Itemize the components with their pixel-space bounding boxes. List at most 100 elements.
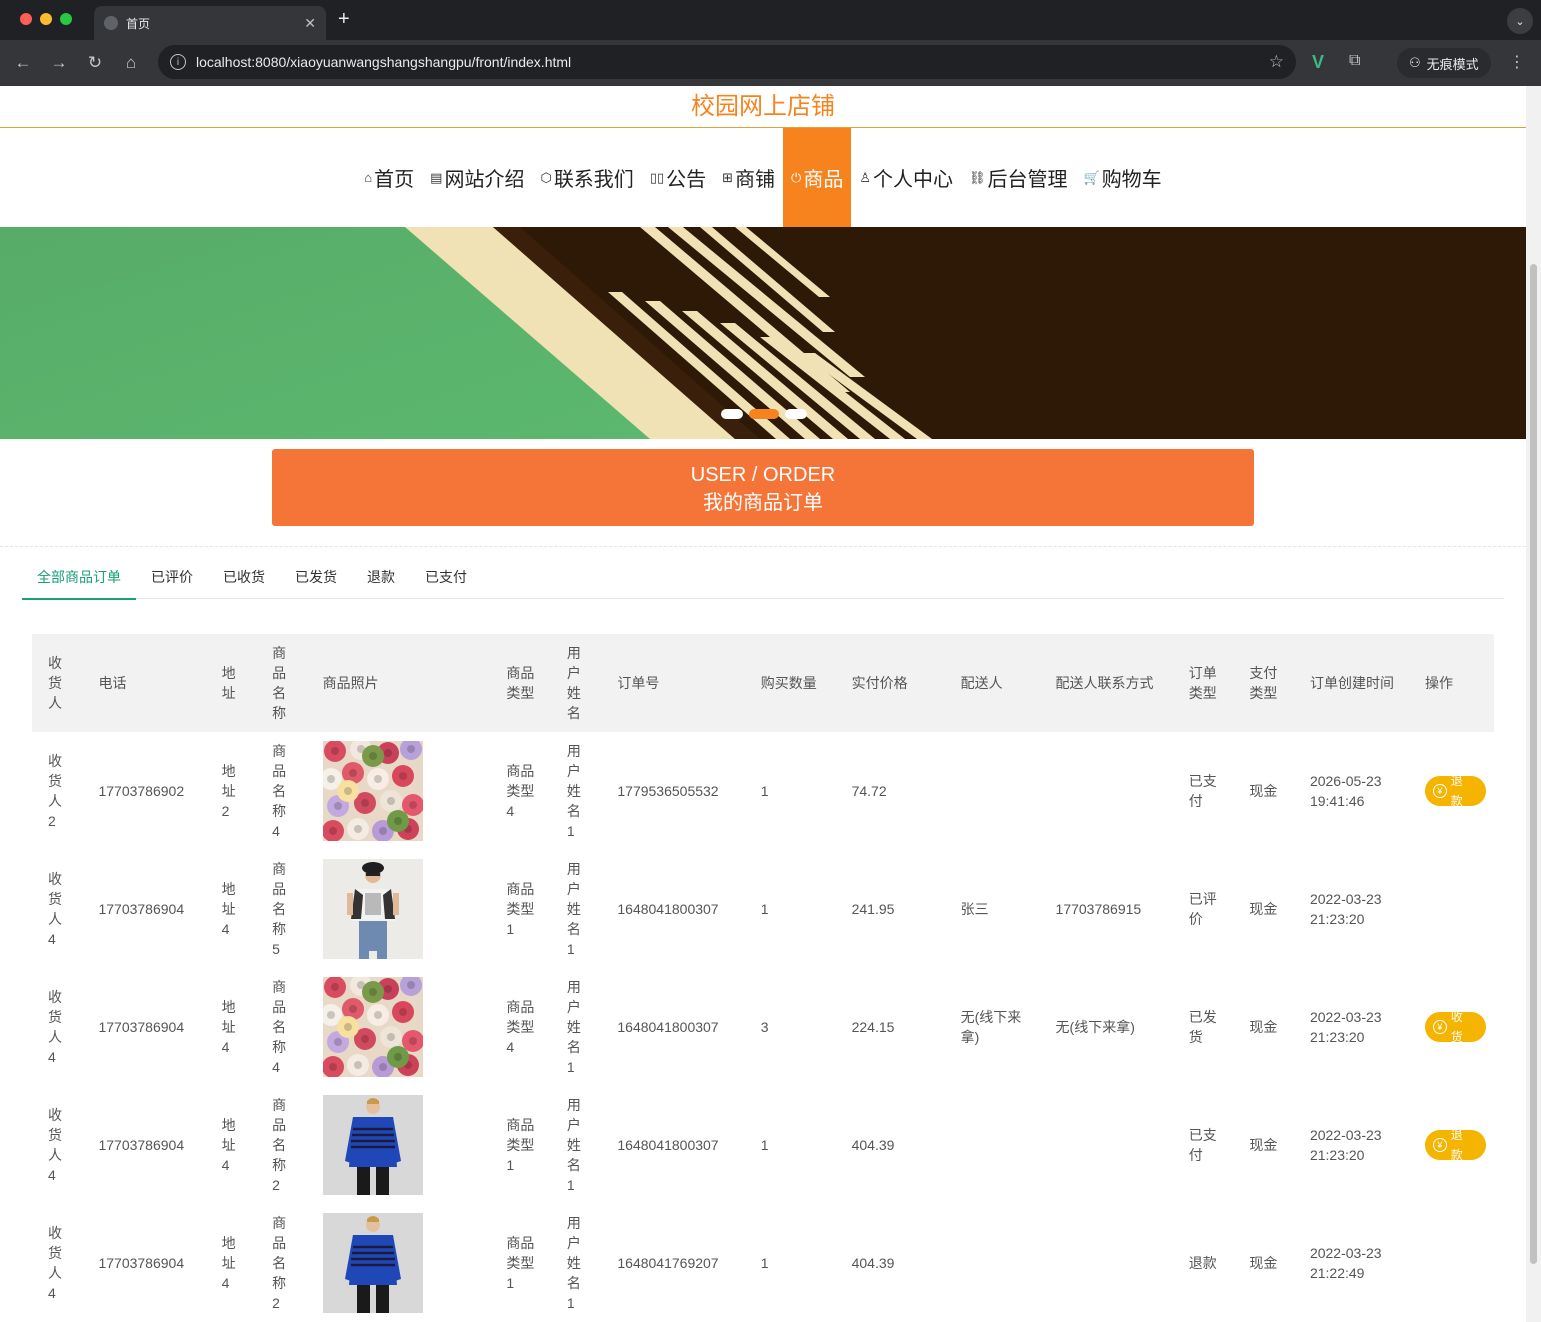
order-status-text: 已评价 bbox=[1188, 891, 1217, 927]
bookmark-star-icon[interactable]: ☆ bbox=[1269, 52, 1284, 72]
vue-devtools-icon[interactable]: V bbox=[1312, 52, 1324, 73]
refund-button[interactable]: ¥ 退款 bbox=[1425, 774, 1486, 808]
table-row: 收货人4 17703786904 地址4 商品名称2 商品类型1 用户姓名1 1648041… bbox=[32, 1204, 1494, 1322]
home-browser-icon[interactable]: ⌂ bbox=[113, 53, 149, 73]
order-tab-5[interactable]: 已支付 bbox=[410, 547, 482, 599]
username-text: 用户姓名1 bbox=[566, 1097, 581, 1193]
hero-carousel[interactable] bbox=[0, 227, 1526, 439]
username-text: 用户姓名1 bbox=[566, 861, 581, 957]
order-header-en: USER / ORDER bbox=[690, 464, 836, 486]
url-text: localhost:8080/xiaoyuanwangshangshangpu/… bbox=[196, 54, 572, 70]
scrollbar-thumb[interactable] bbox=[1530, 264, 1537, 1264]
product-photo-flowers bbox=[322, 741, 423, 841]
cell-pay-type: 现金 bbox=[1233, 1204, 1294, 1322]
order-no-text: 1648041769207 bbox=[617, 1255, 719, 1271]
order-tab-4[interactable]: 退款 bbox=[352, 547, 410, 599]
minimize-window-icon[interactable] bbox=[40, 13, 52, 25]
close-window-icon[interactable] bbox=[20, 13, 32, 25]
nav-item-1[interactable]: ▤ 网站介绍 bbox=[422, 128, 532, 227]
order-tab-2[interactable]: 已收货 bbox=[208, 547, 280, 599]
browser-tab[interactable]: 首页 ✕ bbox=[94, 6, 326, 40]
cell-price: 241.95 bbox=[836, 850, 945, 968]
page-scrollbar[interactable] bbox=[1526, 86, 1541, 1322]
qty-text: 1 bbox=[760, 1255, 769, 1271]
incognito-label: 无痕模式 bbox=[1426, 56, 1479, 72]
nav-item-3[interactable]: ▯▯ 公告 bbox=[642, 128, 714, 227]
order-status-text: 已支付 bbox=[1188, 1127, 1217, 1163]
price-text: 224.15 bbox=[851, 1019, 895, 1035]
table-row: 收货人4 17703786904 地址4 商品名称2 商品类型1 用户姓名1 1648041… bbox=[32, 1086, 1494, 1204]
cell-receiver: 收货人4 bbox=[32, 1204, 82, 1322]
cell-address: 地址2 bbox=[206, 732, 256, 850]
new-tab-icon[interactable]: + bbox=[338, 8, 350, 31]
pay-type-text: 现金 bbox=[1249, 901, 1278, 917]
cell-order-status: 已支付 bbox=[1173, 732, 1234, 850]
refund-button[interactable]: ¥ 退款 bbox=[1425, 1128, 1486, 1162]
carousel-dot[interactable] bbox=[785, 409, 807, 419]
cell-phone: 17703786902 bbox=[82, 732, 205, 850]
back-icon[interactable]: ← bbox=[5, 53, 41, 73]
price-text: 74.72 bbox=[851, 783, 887, 799]
type-text: 商品类型4 bbox=[506, 763, 535, 819]
order-status-text: 已发货 bbox=[1188, 1009, 1217, 1045]
address-text: 地址4 bbox=[221, 881, 236, 937]
cell-username: 用户姓名1 bbox=[551, 968, 601, 1086]
reload-icon[interactable]: ↻ bbox=[77, 53, 113, 73]
cell-order-no: 1648041800307 bbox=[601, 850, 744, 968]
column-header: 商品类型 bbox=[506, 665, 535, 701]
order-tab-0[interactable]: 全部商品订单 bbox=[22, 547, 136, 600]
cell-qty: 1 bbox=[745, 1204, 836, 1322]
cell-price: 224.15 bbox=[836, 968, 945, 1086]
nav-item-6[interactable]: ♙ 个人中心 bbox=[851, 128, 961, 227]
cell-receiver: 收货人4 bbox=[32, 1086, 82, 1204]
cell-type: 商品类型1 bbox=[490, 850, 551, 968]
qty-text: 3 bbox=[760, 1019, 769, 1035]
created-text: 2022-03-23 21:23:20 bbox=[1309, 891, 1382, 927]
column-header: 电话 bbox=[98, 675, 127, 691]
cell-courier-phone bbox=[1040, 1086, 1173, 1204]
table-row: 收货人4 17703786904 地址4 商品名称4 商品类型4 用户姓名1 1648041… bbox=[32, 968, 1494, 1086]
cell-address: 地址4 bbox=[206, 968, 256, 1086]
tab-title: 首页 bbox=[126, 16, 151, 31]
product-photo-flowers bbox=[322, 977, 423, 1077]
nav-item-5[interactable]: ⏻ 商品 bbox=[783, 128, 852, 227]
column-header: 订单类型 bbox=[1188, 665, 1217, 701]
nav-item-4[interactable]: ⊞ 商铺 bbox=[714, 128, 783, 227]
order-tab-1[interactable]: 已评价 bbox=[136, 547, 208, 599]
address-bar[interactable]: i localhost:8080/xiaoyuanwangshangshangp… bbox=[158, 45, 1296, 79]
tab-search-icon[interactable]: ⌄ bbox=[1507, 8, 1533, 34]
address-text: 地址4 bbox=[221, 999, 236, 1055]
forward-icon[interactable]: → bbox=[41, 53, 77, 73]
maximize-window-icon[interactable] bbox=[60, 13, 72, 25]
nav-item-2[interactable]: ⬡ 联系我们 bbox=[532, 128, 641, 227]
site-info-icon[interactable]: i bbox=[170, 54, 186, 70]
cell-phone: 17703786904 bbox=[82, 1086, 205, 1204]
table-row: 收货人4 17703786904 地址4 商品名称5 商品类型1 用户姓名1 1648041… bbox=[32, 850, 1494, 968]
nav-item-0[interactable]: ⌂ 首页 bbox=[356, 128, 422, 227]
confirm-receipt-button[interactable]: ¥ 收货 bbox=[1425, 1010, 1486, 1044]
cell-created: 2022-03-23 21:23:20 bbox=[1294, 968, 1409, 1086]
extensions-icon[interactable]: ⧉ bbox=[1349, 52, 1360, 70]
qty-text: 1 bbox=[760, 1137, 769, 1153]
incognito-badge[interactable]: ⚇ 无痕模式 bbox=[1397, 48, 1491, 78]
browser-menu-icon[interactable]: ⋮ bbox=[1509, 52, 1525, 72]
browser-toolbar: ← → ↻ ⌂ i localhost:8080/xiaoyuanwangsha… bbox=[0, 40, 1541, 86]
username-text: 用户姓名1 bbox=[566, 743, 581, 839]
cell-product: 商品名称2 bbox=[256, 1204, 306, 1322]
address-text: 地址2 bbox=[221, 763, 236, 819]
type-text: 商品类型1 bbox=[506, 1235, 535, 1291]
nav-item-7[interactable]: ⛓ 后台管理 bbox=[961, 128, 1076, 227]
nav-item-8[interactable]: 🛒 购物车 bbox=[1076, 128, 1170, 227]
order-tab-3[interactable]: 已发货 bbox=[280, 547, 352, 599]
order-no-text: 1648041800307 bbox=[617, 901, 719, 917]
cell-price: 404.39 bbox=[836, 1086, 945, 1204]
carousel-dot-active[interactable] bbox=[749, 409, 779, 419]
close-tab-icon[interactable]: ✕ bbox=[304, 15, 316, 32]
document-icon: ▤ bbox=[430, 169, 443, 185]
cell-action: ¥ 收货 bbox=[1409, 968, 1494, 1086]
column-header: 配送人 bbox=[960, 675, 1003, 691]
power-icon: ⏻ bbox=[791, 169, 802, 185]
address-text: 地址4 bbox=[221, 1117, 236, 1173]
carousel-dot[interactable] bbox=[721, 409, 743, 419]
product-text: 商品名称2 bbox=[272, 1215, 287, 1311]
